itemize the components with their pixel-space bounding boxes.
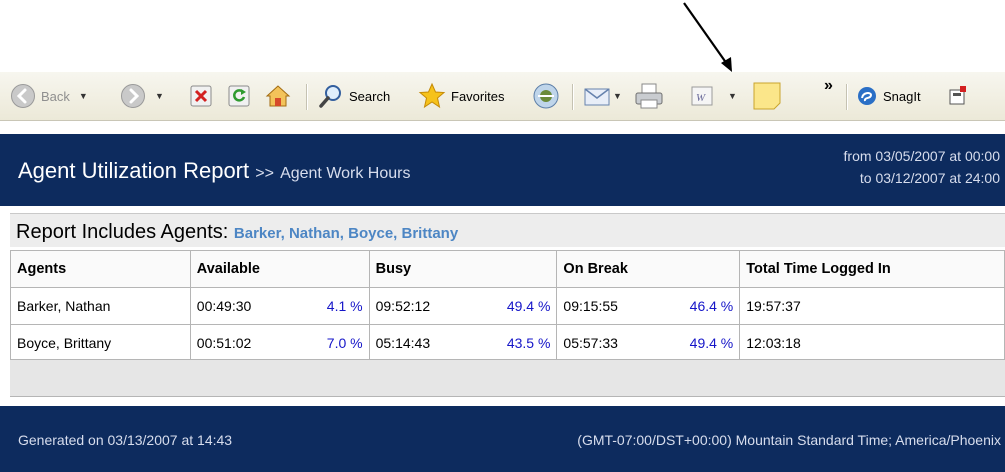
snagit-button[interactable]: SnagIt — [856, 72, 921, 120]
search-icon — [319, 85, 341, 108]
break-time: 05:57:33 — [556, 324, 664, 362]
capture-button[interactable] — [948, 72, 970, 120]
mail-button[interactable]: ▼ — [583, 72, 622, 120]
home-icon — [265, 85, 291, 107]
back-arrow-icon — [11, 84, 35, 108]
home-button[interactable] — [265, 72, 291, 120]
available-percent: 7.0 % — [297, 324, 370, 362]
included-agents-bar: Report Includes Agents: Barker, Nathan, … — [10, 213, 1005, 247]
report-title-group: Agent Utilization Report >> Agent Work H… — [18, 158, 410, 184]
favorites-button[interactable]: Favorites — [418, 72, 504, 120]
includes-label: Report Includes Agents: — [16, 221, 229, 243]
report-title: Agent Utilization Report — [18, 158, 250, 183]
stop-icon — [190, 85, 212, 107]
total-time: 19:57:37 — [739, 287, 1005, 325]
toolbar-overflow-button[interactable]: » — [824, 62, 833, 110]
search-button[interactable]: Search — [318, 72, 390, 120]
agent-name: Boyce, Brittany — [10, 324, 191, 362]
mail-icon — [584, 88, 610, 106]
note-button[interactable] — [752, 72, 782, 120]
snagit-label: SnagIt — [883, 88, 921, 104]
refresh-button[interactable] — [228, 72, 250, 120]
busy-percent: 49.4 % — [480, 287, 558, 325]
title-separator: >> — [255, 165, 274, 182]
stop-button[interactable] — [190, 72, 212, 120]
search-label: Search — [349, 88, 391, 104]
word-document-icon: W — [691, 86, 713, 106]
chevron-down-icon[interactable]: ▼ — [155, 91, 164, 101]
agent-name: Barker, Nathan — [10, 287, 191, 325]
table-row: Boyce, Brittany 00:51:02 7.0 % 05:14:43 … — [10, 324, 1005, 362]
snagit-icon — [858, 87, 876, 105]
media-icon — [533, 83, 559, 109]
table-row: Barker, Nathan 00:49:30 4.1 % 09:52:12 4… — [10, 287, 1005, 325]
report-header: Agent Utilization Report >> Agent Work H… — [0, 134, 1005, 206]
chevron-down-icon[interactable]: ▼ — [79, 91, 88, 101]
busy-percent: 43.5 % — [480, 324, 558, 362]
available-time: 00:51:02 — [189, 324, 298, 362]
total-time: 12:03:18 — [739, 324, 1005, 362]
svg-text:W: W — [696, 92, 706, 104]
timezone-info: (GMT-07:00/DST+00:00) Mountain Standard … — [577, 432, 1001, 448]
capture-icon — [949, 86, 966, 105]
forward-arrow-icon — [121, 84, 145, 108]
header-busy: Busy — [368, 250, 558, 288]
break-percent: 46.4 % — [663, 287, 741, 325]
print-button[interactable] — [634, 72, 664, 120]
busy-time: 05:14:43 — [368, 324, 481, 362]
overflow-chevron-icon: » — [824, 77, 833, 94]
sticky-note-icon — [753, 82, 781, 110]
table-footer-row — [10, 359, 1005, 397]
browser-toolbar: Back ▼ ▼ Search Favorites ▼ W ▼ » SnagIt — [0, 72, 1005, 121]
break-percent: 49.4 % — [663, 324, 741, 362]
utilization-table: Agents Available Busy On Break Total Tim… — [10, 250, 1005, 362]
available-time: 00:49:30 — [189, 287, 298, 325]
header-total-time: Total Time Logged In — [739, 250, 1005, 288]
generated-on: Generated on 03/13/2007 at 14:43 — [18, 432, 233, 448]
header-on-break: On Break — [556, 250, 741, 288]
media-button[interactable] — [532, 72, 560, 120]
forward-button[interactable]: ▼ — [120, 72, 164, 120]
favorites-label: Favorites — [451, 88, 505, 104]
header-agents: Agents — [10, 250, 191, 288]
date-to: to 03/12/2007 at 24:00 — [859, 170, 1000, 186]
chevron-down-icon[interactable]: ▼ — [728, 91, 737, 101]
word-button[interactable]: W ▼ — [690, 72, 737, 120]
back-button[interactable]: Back ▼ — [10, 72, 88, 120]
annotation-arrow — [683, 2, 732, 72]
report-date-range: from 03/05/2007 at 00:00 to 03/12/2007 a… — [844, 145, 1000, 189]
available-percent: 4.1 % — [297, 287, 370, 325]
includes-names: Barker, Nathan, Boyce, Brittany — [233, 225, 459, 242]
busy-time: 09:52:12 — [368, 287, 481, 325]
header-available: Available — [189, 250, 370, 288]
star-icon — [418, 82, 446, 109]
table-header-row: Agents Available Busy On Break Total Tim… — [10, 250, 1005, 288]
refresh-icon — [228, 85, 250, 107]
report-subtitle: Agent Work Hours — [280, 165, 411, 182]
included-agents: Report Includes Agents: Barker, Nathan, … — [16, 221, 458, 244]
printer-icon — [635, 83, 663, 109]
break-time: 09:15:55 — [556, 287, 664, 325]
chevron-down-icon[interactable]: ▼ — [613, 91, 622, 101]
date-from: from 03/05/2007 at 00:00 — [843, 148, 1000, 164]
back-label: Back — [41, 88, 70, 104]
report-footer: Generated on 03/13/2007 at 14:43 (GMT-07… — [0, 406, 1005, 472]
